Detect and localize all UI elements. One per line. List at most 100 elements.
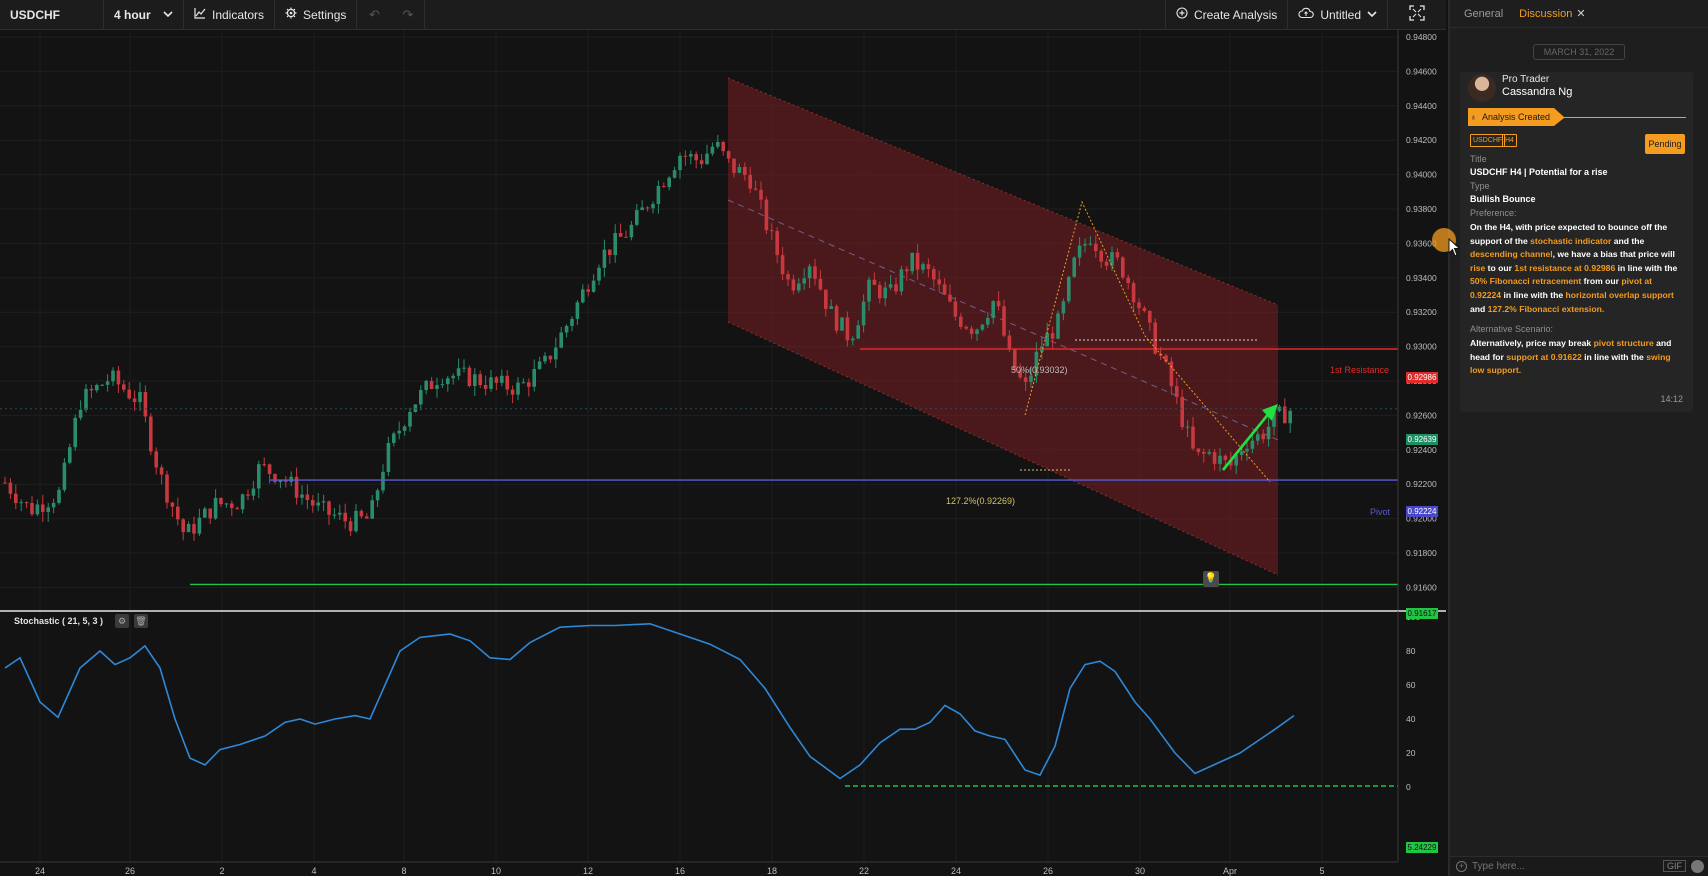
settings-button[interactable]: Settings	[275, 0, 358, 30]
candle-body	[813, 266, 817, 279]
candle-body	[343, 512, 347, 522]
candle-body	[694, 154, 698, 161]
candle-body	[105, 381, 110, 385]
time-tick: 16	[675, 866, 685, 876]
timestamp: 14:12	[1660, 394, 1683, 404]
candle-body	[240, 494, 245, 510]
candle-body	[1131, 283, 1136, 303]
price-chart[interactable]: 0.94800 0.94600 0.94400 0.94200 0.94000 0.938…	[0, 30, 1446, 876]
undo-button[interactable]: ↶	[357, 0, 391, 30]
candle-body	[1077, 245, 1082, 258]
highlight-run: descending channel	[1470, 249, 1553, 260]
emoji-icon[interactable]	[1691, 860, 1704, 873]
close-icon[interactable]: ✕	[1576, 8, 1585, 20]
candle-body	[991, 301, 995, 318]
tab-general[interactable]: General	[1464, 8, 1503, 20]
candle-body	[986, 317, 990, 325]
candle-body	[699, 160, 704, 165]
candle-body	[910, 252, 914, 272]
candle-body	[613, 233, 617, 256]
candle-body	[446, 378, 450, 385]
tab-discussion[interactable]: Discussion ✕	[1519, 7, 1585, 20]
candle-body	[100, 384, 104, 386]
undo-icon: ↶	[368, 6, 380, 22]
fullscreen-icon	[1409, 5, 1425, 24]
stoch-tick: 20	[1406, 748, 1416, 758]
candle-body	[969, 328, 974, 334]
message-input[interactable]	[1472, 861, 1622, 872]
candle-body	[618, 233, 623, 237]
candle-body	[689, 154, 693, 157]
stochastic-delete-button[interactable]: 🗑	[134, 614, 148, 628]
create-analysis-button[interactable]: Create Analysis	[1166, 0, 1289, 30]
interval-selector[interactable]: 4 hour	[104, 0, 184, 30]
candle-body	[1029, 375, 1033, 382]
candle-body	[219, 497, 223, 505]
candle-body	[41, 504, 45, 512]
chart-area[interactable]: 0.94800 0.94600 0.94400 0.94200 0.94000 0.938…	[0, 30, 1446, 876]
candle-body	[921, 264, 925, 270]
candle-body	[726, 151, 731, 159]
candle-body	[73, 417, 77, 448]
candle-body	[1007, 335, 1012, 350]
candle-body	[667, 177, 671, 187]
candle-body	[1002, 306, 1006, 336]
lightbulb-icon: ♁	[1470, 112, 1477, 122]
text-run: , we have a bias that price will	[1552, 249, 1675, 260]
candle-body	[888, 284, 893, 288]
candle-body	[30, 503, 34, 515]
author-name: Cassandra Ng	[1502, 86, 1573, 98]
stochastic-settings-button[interactable]: ⚙	[115, 614, 129, 628]
candle-body	[1056, 313, 1060, 339]
candle-body	[500, 375, 504, 383]
candle-body	[365, 516, 369, 519]
candle-body	[899, 269, 904, 292]
candle-body	[132, 398, 137, 403]
highlight-run: stochastic indicator	[1530, 235, 1612, 246]
price-tick: 0.93000	[1406, 342, 1437, 352]
candle-body	[926, 264, 931, 270]
candle-body	[289, 476, 293, 482]
settings-label: Settings	[303, 7, 347, 22]
candle-body	[397, 430, 401, 434]
candle-body	[678, 155, 682, 171]
fullscreen-button[interactable]	[1388, 0, 1446, 30]
time-tick: 12	[583, 866, 593, 876]
pending-badge[interactable]: Pending	[1645, 134, 1685, 154]
candle-body	[165, 474, 169, 503]
candle-body	[402, 426, 407, 431]
candle-body	[937, 279, 941, 285]
indicators-button[interactable]: Indicators	[184, 0, 276, 30]
add-attachment-icon[interactable]: +	[1456, 861, 1467, 872]
idea-marker-button[interactable]: 💡	[1203, 571, 1219, 587]
chevron-down-icon	[1367, 8, 1377, 22]
candle-body	[683, 155, 688, 157]
candle-body	[95, 385, 99, 391]
chart-toolbar: USDCHF 4 hour Indicators Settings ↶ ↷ Cr…	[0, 0, 1446, 30]
symbol-selector[interactable]: USDCHF	[0, 0, 104, 30]
date-chip: MARCH 31, 2022	[1533, 44, 1625, 60]
candle-body	[537, 361, 542, 369]
candle-body	[883, 287, 887, 299]
layout-selector[interactable]: Untitled	[1288, 0, 1388, 30]
gif-button[interactable]: GIF	[1663, 860, 1686, 872]
candle-body	[224, 503, 229, 505]
candle-body	[586, 289, 590, 292]
candle-body	[732, 158, 736, 173]
candle-body	[1261, 434, 1265, 440]
price-tick: 0.92600	[1406, 410, 1437, 420]
candle-body	[624, 236, 628, 238]
candle-body	[57, 489, 61, 503]
candle-body	[19, 502, 23, 504]
candle-body	[1094, 243, 1098, 252]
candle-body	[753, 188, 758, 190]
candle-body	[959, 316, 963, 327]
candle-body	[845, 317, 850, 341]
candle-body	[602, 249, 607, 268]
candle-body	[1250, 440, 1255, 449]
redo-button[interactable]: ↷	[391, 0, 426, 30]
candle-body	[230, 503, 234, 509]
candle-body	[348, 521, 353, 532]
price-tick: 0.94600	[1406, 66, 1437, 76]
avatar	[1468, 74, 1496, 102]
